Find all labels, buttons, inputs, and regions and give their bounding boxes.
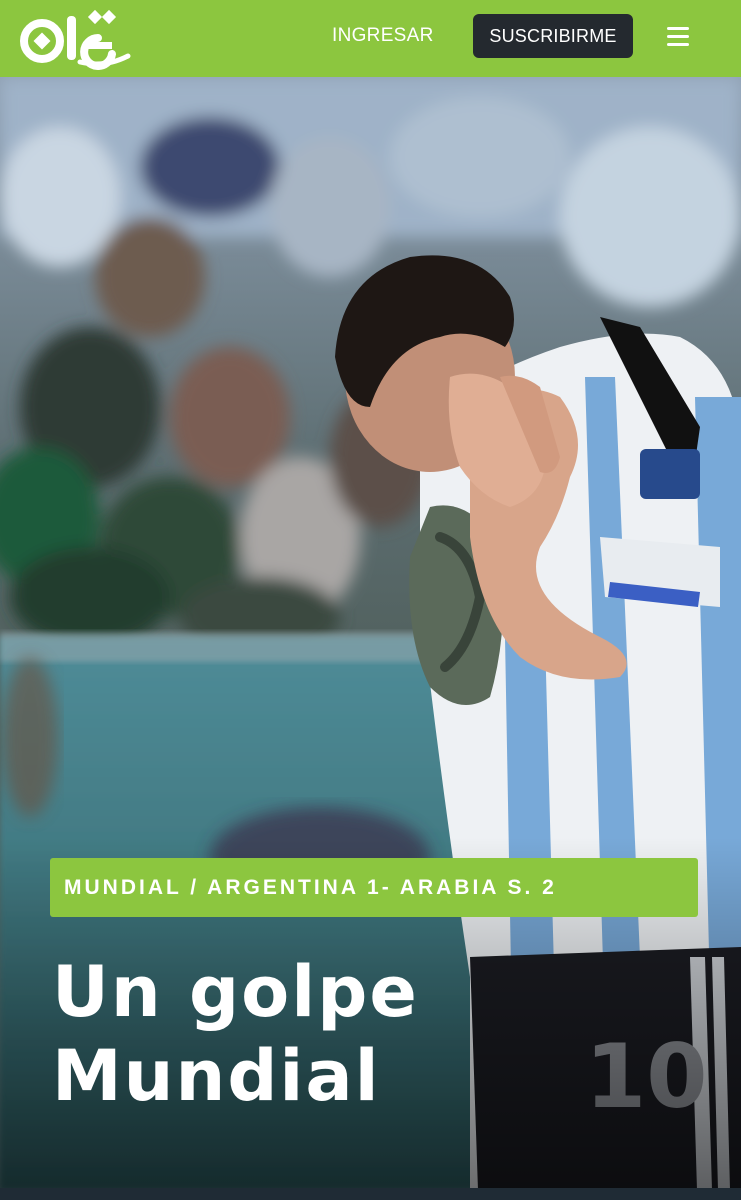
headline-line-2: Mundial — [52, 1035, 381, 1117]
hamburger-menu-icon[interactable] — [664, 24, 694, 50]
top-header: INGRESAR SUSCRIBIRME — [0, 0, 741, 77]
subscribe-button[interactable]: SUSCRIBIRME — [473, 14, 633, 58]
ole-logo-icon — [20, 9, 131, 70]
headline-line-1: Un golpe — [52, 951, 419, 1033]
ole-logo[interactable] — [20, 8, 132, 70]
category-tag[interactable]: MUNDIAL / ARGENTINA 1- ARABIA S. 2 — [50, 858, 698, 917]
login-link[interactable]: INGRESAR — [332, 22, 434, 50]
bottom-bar — [0, 1188, 741, 1200]
article-headline[interactable]: Un golpe Mundial — [52, 950, 482, 1118]
